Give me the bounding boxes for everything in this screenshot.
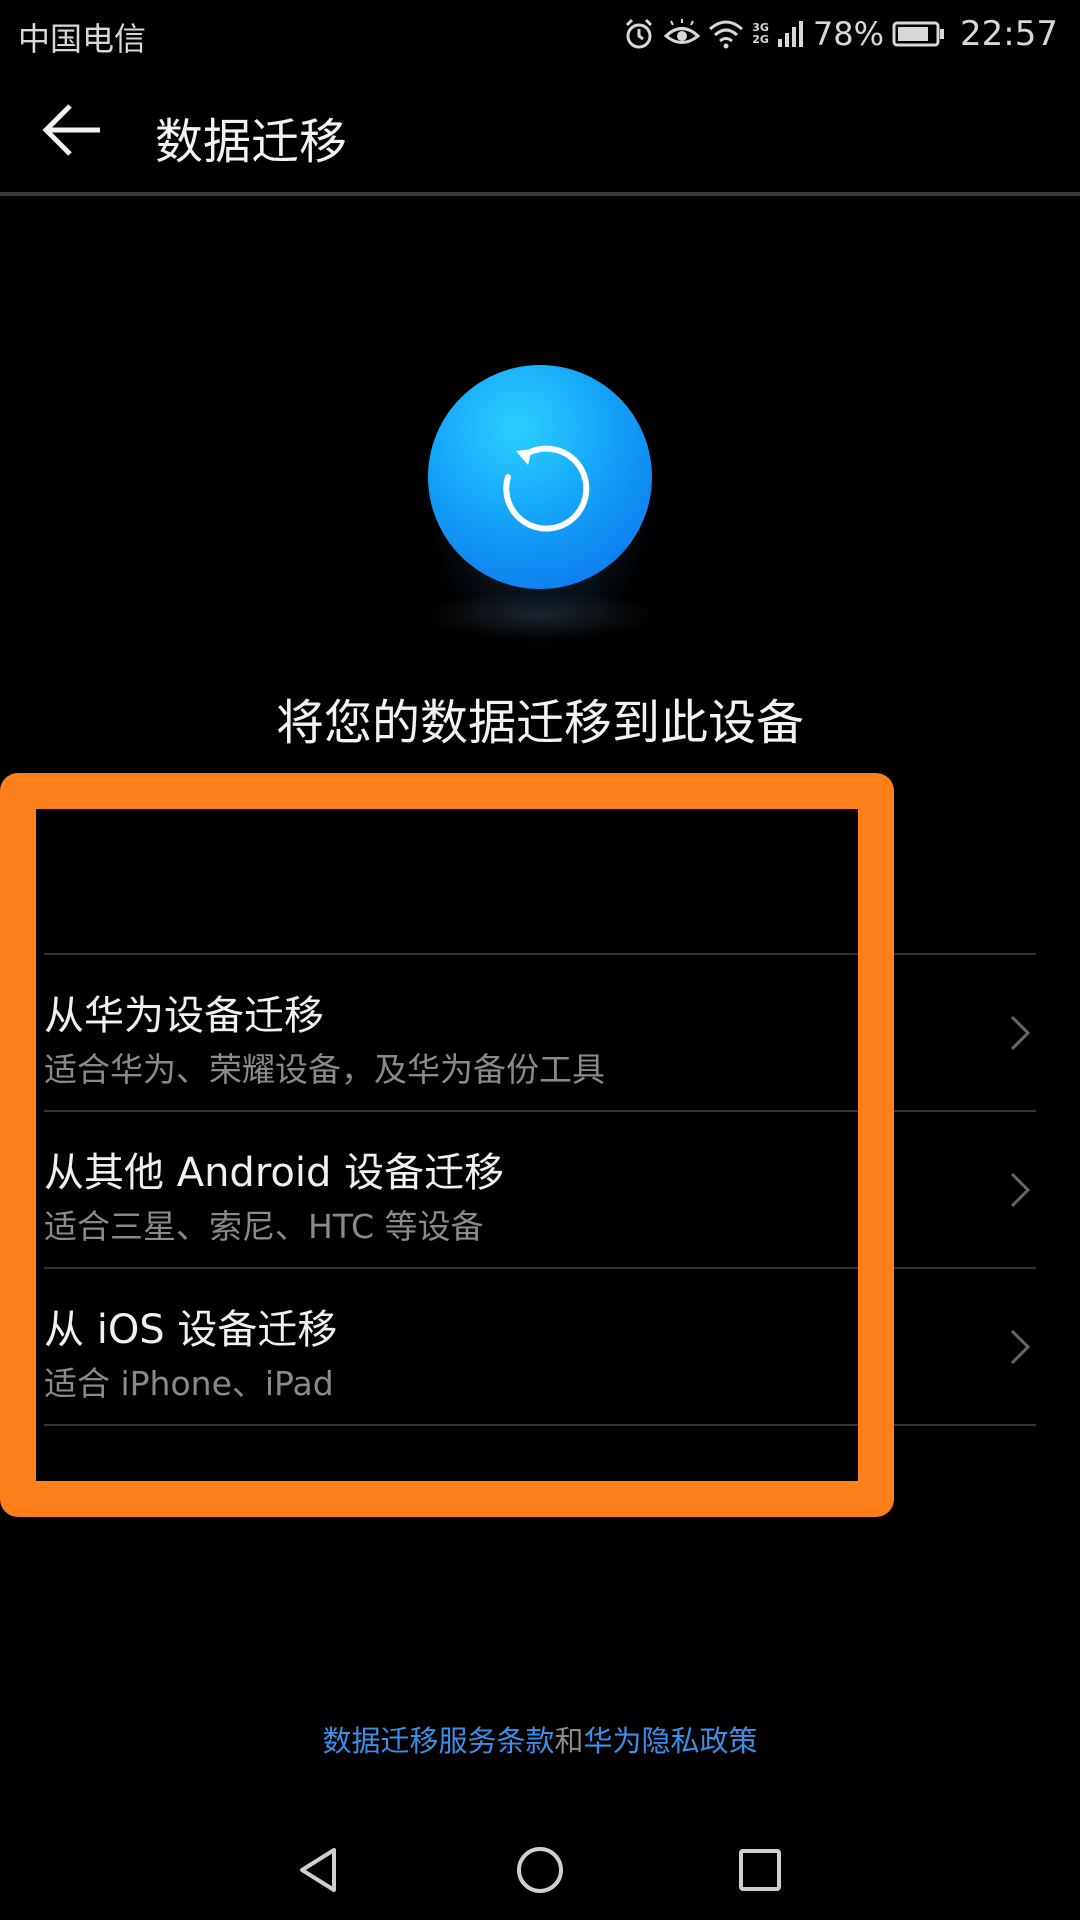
option-from-android[interactable]: 从其他 Android 设备迁移 适合三星、索尼、HTC 等设备 — [44, 1112, 1036, 1269]
status-icons: 3G 2G 78% 22:57 — [622, 12, 1058, 56]
network-type-bottom: 2G — [752, 33, 769, 46]
back-button[interactable] — [40, 98, 110, 162]
screen: 中国电信 3G 2G 78% 22:57 数据迁移 将您的数据迁移到此设备 从华… — [0, 0, 1080, 1920]
back-triangle-icon — [300, 1848, 336, 1892]
option-title: 从 iOS 设备迁移 — [44, 1307, 338, 1353]
hero-icon-shadow — [420, 590, 660, 640]
option-from-huawei[interactable]: 从华为设备迁移 适合华为、荣耀设备，及华为备份工具 — [44, 955, 1036, 1112]
option-title: 从华为设备迁移 — [44, 993, 324, 1039]
chevron-right-icon — [1010, 1172, 1031, 1208]
wifi-icon — [708, 19, 744, 49]
signal-icon — [777, 19, 805, 49]
status-bar: 中国电信 3G 2G 78% 22:57 — [0, 0, 1080, 68]
arrow-left-icon — [42, 104, 100, 156]
recents-square-icon — [739, 1849, 781, 1891]
page-title: 数据迁移 — [155, 114, 348, 170]
home-circle-icon — [517, 1847, 563, 1893]
option-from-ios[interactable]: 从 iOS 设备迁移 适合 iPhone、iPad — [44, 1269, 1036, 1426]
footer-conjunction: 和 — [554, 1724, 584, 1758]
alarm-icon — [622, 17, 656, 51]
nav-home-button[interactable] — [510, 1840, 570, 1900]
option-subtitle: 适合 iPhone、iPad — [44, 1364, 334, 1403]
network-type: 3G 2G — [752, 22, 769, 46]
app-bar: 数据迁移 — [0, 68, 1080, 192]
option-subtitle: 适合三星、索尼、HTC 等设备 — [44, 1207, 484, 1246]
app-bar-divider — [0, 192, 1080, 196]
privacy-link[interactable]: 华为隐私政策 — [584, 1724, 758, 1758]
chevron-right-icon — [1010, 1015, 1031, 1051]
nav-back-button[interactable] — [290, 1840, 350, 1900]
clock: 22:57 — [960, 14, 1058, 54]
option-subtitle: 适合华为、荣耀设备，及华为备份工具 — [44, 1050, 605, 1089]
hero-heading: 将您的数据迁移到此设备 — [275, 695, 804, 751]
battery-percent: 78% — [812, 15, 885, 53]
terms-link[interactable]: 数据迁移服务条款 — [322, 1724, 554, 1758]
navigation-bar — [0, 1820, 1080, 1920]
battery-icon — [892, 20, 946, 48]
data-migration-logo — [428, 365, 652, 589]
migration-options-list: 从华为设备迁移 适合华为、荣耀设备，及华为备份工具 从其他 Android 设备… — [44, 953, 1036, 1426]
refresh-icon — [503, 445, 590, 532]
nav-recents-button[interactable] — [730, 1840, 790, 1900]
eye-comfort-icon — [664, 19, 701, 49]
chevron-right-icon — [1010, 1329, 1031, 1365]
option-title: 从其他 Android 设备迁移 — [44, 1150, 505, 1196]
carrier-label: 中国电信 — [18, 20, 147, 58]
footer-links: 数据迁移服务条款和华为隐私政策 — [0, 1718, 1080, 1760]
